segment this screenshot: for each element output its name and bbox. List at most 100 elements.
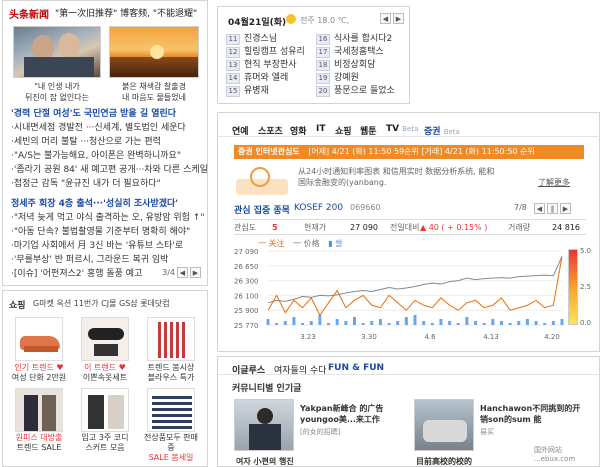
- tab-shopping[interactable]: 쇼핑: [335, 124, 352, 137]
- post-title-1[interactable]: Yakpan新峰合 的广告 youngoo美...来工作: [300, 403, 400, 425]
- tab-egloos[interactable]: 이글루스: [232, 363, 265, 376]
- shop-thumb-dress[interactable]: [15, 388, 63, 432]
- shop-thumb-sale[interactable]: [147, 388, 195, 432]
- label-change: 전일대비: [390, 223, 420, 232]
- y-tick-label: 25 900: [234, 307, 259, 315]
- chevron-right-icon: ▶: [562, 204, 569, 213]
- volume-bar: [335, 319, 339, 325]
- shop-caption[interactable]: 이 트렌드 ♥ 이쁜속옷세트: [77, 363, 133, 383]
- value-change: ▲ 40 ( + 0.15% ): [420, 223, 488, 232]
- volume-bar: [404, 317, 408, 325]
- y-tick-label: 26 300: [234, 278, 259, 286]
- prev-page-button[interactable]: ◀: [177, 267, 188, 278]
- shop-caption[interactable]: 원피스 대방출 트렌드 SALE: [11, 433, 67, 453]
- tab-fun[interactable]: FUN & FUN: [328, 363, 384, 373]
- shop-thumb-shoes[interactable]: [15, 317, 63, 361]
- volume-bar: [491, 319, 495, 325]
- news-item[interactable]: ·"아동 단속? 불법촬영물 기준부터 명확히 해야": [11, 225, 207, 239]
- chevron-right-icon: ▶: [192, 268, 199, 277]
- hot-search-item[interactable]: 19 강예원: [316, 72, 359, 84]
- news-item[interactable]: 정세주 회장 4층 출석···'성실히 조사받겠다': [11, 197, 207, 211]
- hot-search-pager: ◀ ▶: [380, 13, 404, 24]
- caption-line: 원피스 대방출: [15, 433, 63, 442]
- shop-caption[interactable]: 입고 3주 코디 스커트 모음: [77, 433, 133, 453]
- tab-entertainment[interactable]: 연예: [232, 124, 249, 137]
- hot-search-item[interactable]: 12 힐링캠프 성유리: [226, 46, 305, 58]
- volume-bar: [465, 317, 469, 325]
- shop-caption[interactable]: 전상품모두 판매중 SALE 봄세일: [143, 433, 199, 463]
- news-item[interactable]: ·'무를부상' 반 퍼르시, 그라운드 복귀 임박: [11, 253, 207, 267]
- news-page-indicator: 3/4: [162, 268, 175, 277]
- post-caption-1[interactable]: 여자 小편의 행진: [236, 456, 294, 467]
- pause-button[interactable]: ‖: [547, 203, 558, 214]
- watermark-url: ...ebux.com: [534, 455, 576, 463]
- news-photo-1[interactable]: [13, 26, 101, 78]
- tab-women-talk[interactable]: 여자들의 수다: [274, 363, 327, 376]
- news-item[interactable]: ·시내면세점 경발전 ···신세계, 별도법인 세운다: [11, 121, 207, 135]
- news-item[interactable]: ·마기업 사회에서 月 3신 바는 '유튜브 스타'로: [11, 239, 207, 253]
- post-title-2[interactable]: Hanchawon不同挑到的开销son的sum 能: [480, 403, 584, 425]
- news-item[interactable]: ·"저녁 늦게 먹고 야식 출격하는 오, 유방암 위험 ↑": [11, 211, 207, 225]
- interest-banner[interactable]: 증권 인터넷관심도 [어제] 4/21 (화) 11:50 59순위 [거래] …: [234, 145, 584, 159]
- tab-sports[interactable]: 스포츠: [258, 124, 283, 137]
- next-stock-button[interactable]: ▶: [560, 203, 571, 214]
- shop-thumb-blouse[interactable]: [147, 317, 195, 361]
- hot-search-item[interactable]: 20 풍문으로 들었소: [316, 85, 395, 97]
- post-thumb-2[interactable]: [414, 399, 474, 451]
- keyword: 힐링캠프 성유리: [244, 47, 305, 57]
- news-item[interactable]: ·접정근 감독 "윤규진 내가 더 필요하다": [11, 177, 207, 191]
- news-logo[interactable]: 头条新闻: [9, 6, 49, 21]
- volume-bar: [456, 323, 460, 325]
- value-price: 27 090: [350, 223, 378, 232]
- learn-more-link[interactable]: 了解更多: [538, 177, 570, 188]
- tab-it[interactable]: IT: [316, 124, 326, 134]
- tab-stocks[interactable]: 증권 Beta: [424, 124, 460, 137]
- y-tick-label: 27 090: [234, 248, 259, 256]
- hot-search-item[interactable]: 17 국세청홈택스: [316, 46, 384, 58]
- hot-search-item[interactable]: 11 진경스님: [226, 33, 277, 45]
- hot-search-item[interactable]: 18 비정상회담: [316, 59, 375, 71]
- news-photo-2[interactable]: [109, 26, 199, 78]
- watermark: 国外网站 ...ebux.com: [534, 446, 575, 464]
- news-item[interactable]: ·'좀라기 공원 84' 새 예고편 공개···차와 다른 스케일: [11, 163, 207, 177]
- tab-tv[interactable]: TV Beta: [386, 124, 418, 134]
- caption-line: 트렌드 SALE: [16, 443, 62, 452]
- beta-badge: Beta: [443, 128, 460, 136]
- shop-caption[interactable]: 트렌드 봄시상 블라우스 특가: [143, 363, 199, 383]
- post-thumb-1[interactable]: [234, 399, 294, 451]
- stock-name[interactable]: KOSEF 200: [294, 203, 343, 213]
- shopping-store-links[interactable]: G마켓 옥션 11번가 CJ몰 GS샵 롯데닷컴: [33, 298, 170, 309]
- tab-webtoon[interactable]: 웹툰: [360, 124, 377, 137]
- news-item[interactable]: '경력 단절 여성'도 국민연금 받을 길 열린다: [11, 107, 207, 121]
- shop-caption[interactable]: 인기 트렌드 ♥ 여성 단화 2만원: [11, 363, 67, 383]
- post-caption-2[interactable]: 目前高校的校的: [416, 456, 472, 467]
- hot-search-item[interactable]: 13 현직 부장판사: [226, 59, 297, 71]
- hot-search-item[interactable]: 16 식사를 합시다2: [316, 33, 392, 45]
- news-photo-2-caption[interactable]: 붉은 채색감 찰출경 내 마음도 물들었네: [109, 81, 199, 103]
- prev-stock-button[interactable]: ◀: [534, 203, 545, 214]
- tab-movies[interactable]: 영화: [290, 124, 307, 137]
- keyword: 휴머와 엘레: [244, 73, 289, 83]
- volume-bar: [474, 321, 478, 325]
- shop-thumb-skirt[interactable]: [81, 388, 129, 432]
- beta-badge: Beta: [402, 125, 419, 133]
- rank-badge: 12: [226, 47, 240, 58]
- next-page-button[interactable]: ▶: [393, 13, 404, 24]
- volume-bar: [283, 321, 287, 325]
- chevron-left-icon: ◀: [382, 14, 389, 23]
- news-item[interactable]: ·"A/S는 불가능해요, 아이폰은 완벽하니까요": [11, 149, 207, 163]
- keyword: 식사를 합시다2: [334, 34, 393, 44]
- shop-thumb-underwear[interactable]: [81, 317, 129, 361]
- prev-page-button[interactable]: ◀: [380, 13, 391, 24]
- shopping-title[interactable]: 쇼핑: [9, 298, 26, 311]
- hot-search-item[interactable]: 14 휴머와 엘레: [226, 72, 288, 84]
- news-headline[interactable]: "第一次旧推荐" 博客频, "不能退耀": [55, 6, 205, 19]
- keyword: 풍문으로 들었소: [334, 86, 395, 96]
- next-page-button[interactable]: ▶: [190, 267, 201, 278]
- news-item[interactable]: ·세빈의 머리 불탈 ···청산으로 가는 편력: [11, 135, 207, 149]
- news-photo-1-caption[interactable]: "내 인생 내가 뒤진이 잡 없인다는: [13, 81, 101, 103]
- caption-line: 이쁜속옷세트: [82, 373, 128, 382]
- watermark-text: 国外网站: [534, 446, 562, 454]
- category-tabs: 연예 스포츠 영화 IT 쇼핑 웹툰 TV Beta 증권 Beta: [218, 113, 600, 137]
- hot-search-item[interactable]: 15 유병재: [226, 85, 269, 97]
